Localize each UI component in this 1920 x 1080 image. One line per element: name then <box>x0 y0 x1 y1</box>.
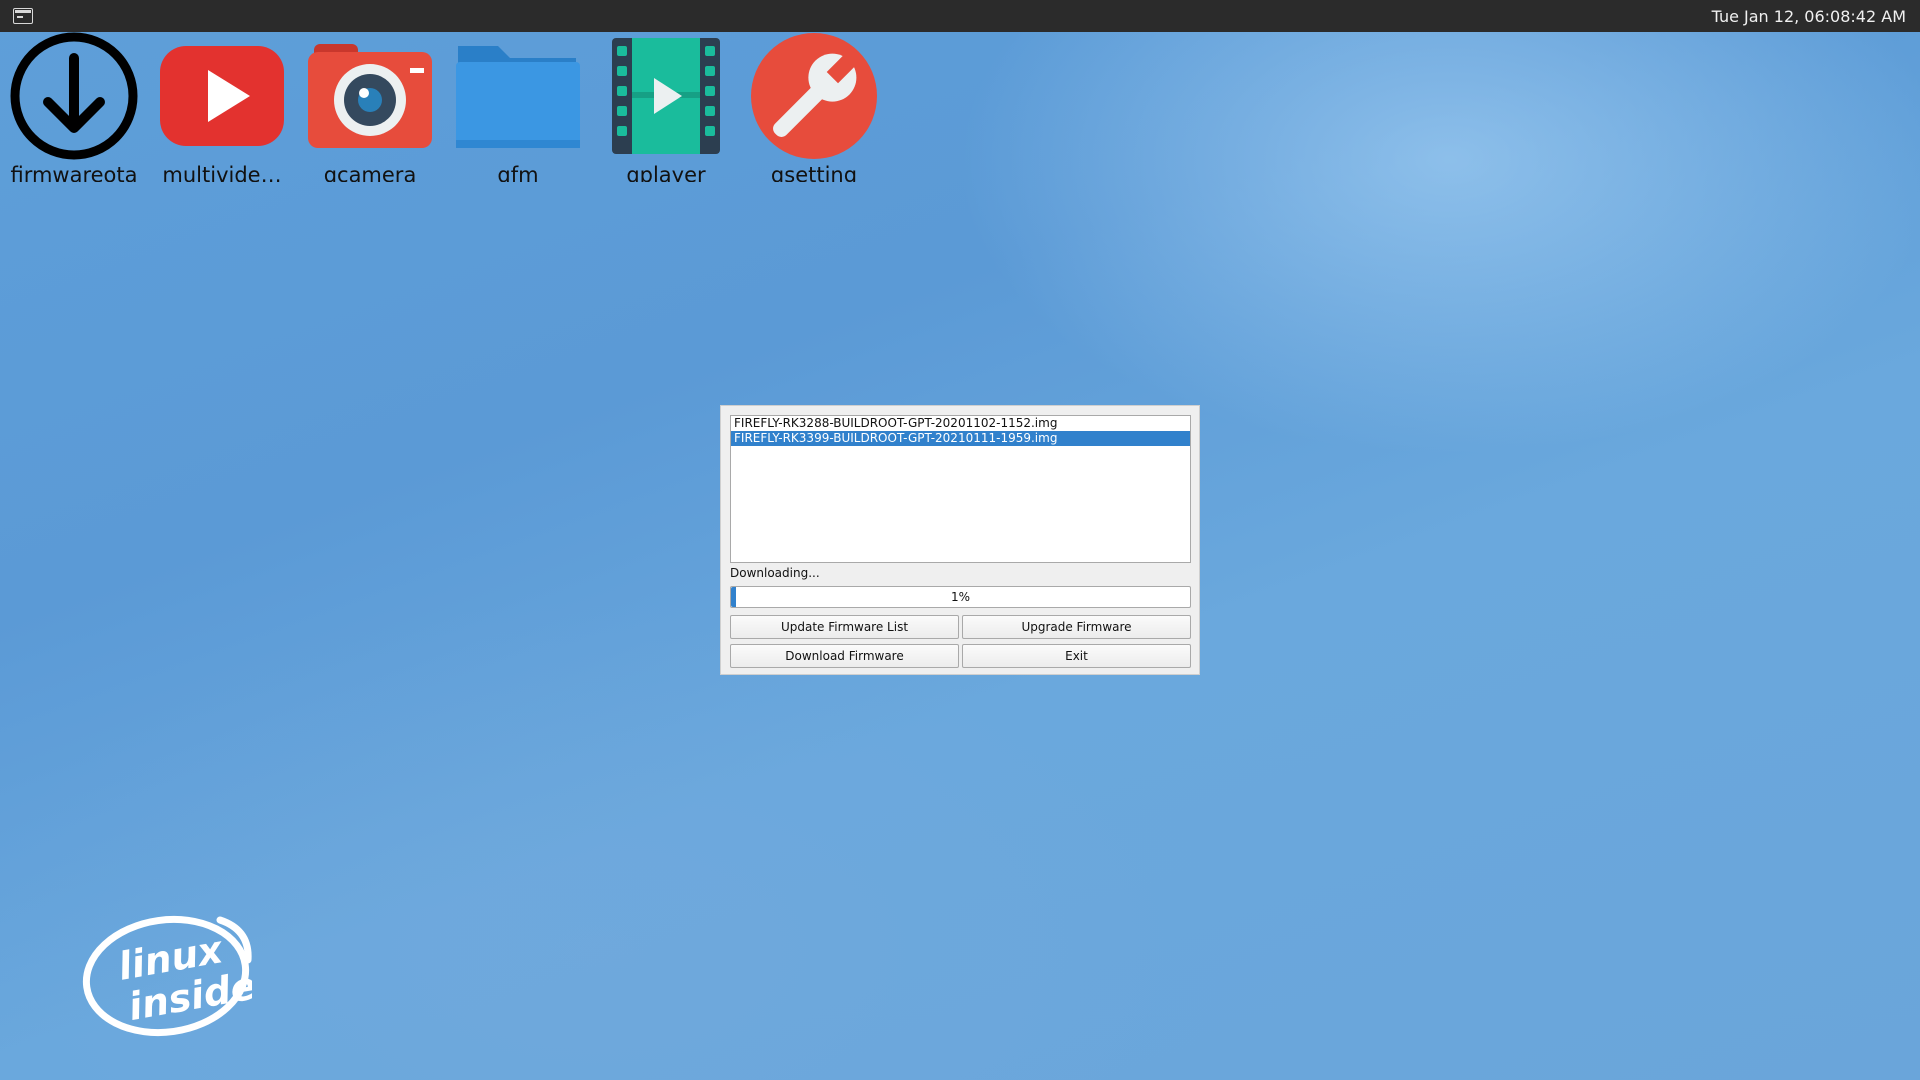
desktop-icon-multivideo[interactable]: multivide… <box>148 32 296 182</box>
status-text: Downloading... <box>730 566 820 580</box>
youtube-play-icon <box>160 46 284 146</box>
download-arrow-icon <box>10 32 138 160</box>
download-firmware-button[interactable]: Download Firmware <box>730 644 959 668</box>
desktop-icon-qcamera[interactable]: qcamera <box>296 32 444 182</box>
firmware-ota-dialog: FIREFLY-RK3288-BUILDROOT-GPT-20201102-11… <box>720 405 1200 675</box>
film-play-icon <box>612 38 720 154</box>
wrench-icon <box>751 33 877 159</box>
desktop-icon-qplayer[interactable]: qplayer <box>592 32 740 182</box>
update-firmware-list-button[interactable]: Update Firmware List <box>730 615 959 639</box>
camera-icon <box>308 44 432 148</box>
folder-icon <box>456 46 580 148</box>
exit-button[interactable]: Exit <box>962 644 1191 668</box>
desktop-icon-label: firmwareota <box>10 163 138 182</box>
terminal-icon[interactable] <box>13 8 33 24</box>
desktop-icon-firmwareota[interactable]: firmwareota <box>0 32 148 182</box>
top-panel: Tue Jan 12, 06:08:42 AM <box>0 0 1920 32</box>
desktop-icon-label: qfm <box>497 163 539 182</box>
desktop-icon-label: qcamera <box>323 163 417 182</box>
firmware-list-item-selected[interactable]: FIREFLY-RK3399-BUILDROOT-GPT-20210111-19… <box>731 431 1190 446</box>
desktop-icon-label: multivide… <box>162 163 282 182</box>
progress-percent: 1% <box>950 590 971 604</box>
desktop-icon-label: qplayer <box>626 163 706 182</box>
linux-inside-logo: linux inside <box>82 915 252 1037</box>
download-progress-bar: 1% <box>730 586 1191 608</box>
firmware-list-item[interactable]: FIREFLY-RK3288-BUILDROOT-GPT-20201102-11… <box>731 416 1190 431</box>
clock: Tue Jan 12, 06:08:42 AM <box>1711 7 1906 26</box>
desktop-icon-qfm[interactable]: qfm <box>444 32 592 182</box>
desktop-icon-qsetting[interactable]: qsetting <box>740 32 888 182</box>
firmware-list[interactable]: FIREFLY-RK3288-BUILDROOT-GPT-20201102-11… <box>730 415 1191 563</box>
upgrade-firmware-button[interactable]: Upgrade Firmware <box>962 615 1191 639</box>
desktop-icon-label: qsetting <box>770 163 858 182</box>
